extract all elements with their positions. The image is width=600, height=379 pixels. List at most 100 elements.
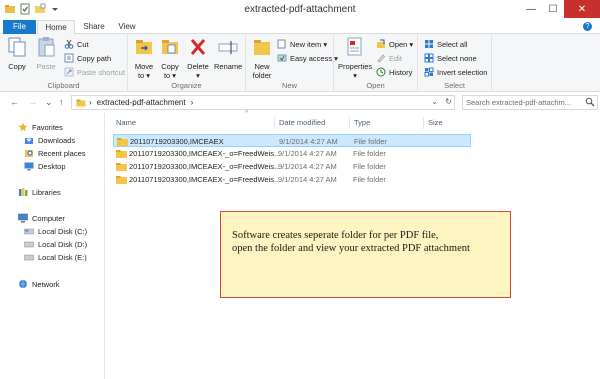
nav-item-disk-e[interactable]: Local Disk (E:) — [24, 252, 87, 262]
nav-label-downloads: Downloads — [38, 135, 76, 145]
annotation-note: Software creates seperate folder for per… — [220, 211, 511, 298]
file-name: 20110719203300,IMCEAEX — [130, 137, 224, 146]
move-to-button[interactable]: Move to ▾ — [132, 36, 156, 80]
rename-label: Rename — [214, 62, 243, 71]
help-icon[interactable]: ? — [583, 22, 592, 31]
open-icon — [377, 39, 385, 48]
history-label: History — [389, 67, 413, 77]
properties-button[interactable]: Properties ▾ — [338, 36, 372, 80]
downloads-icon — [25, 135, 33, 144]
open-button[interactable]: Open ▾ — [376, 38, 413, 50]
edit-label: Edit — [389, 53, 402, 63]
paste-button[interactable]: Paste — [34, 36, 58, 71]
edit-button[interactable]: Edit — [376, 52, 402, 64]
file-type: File folder — [353, 149, 386, 158]
close-button[interactable]: ✕ — [564, 0, 600, 18]
nav-label-desktop: Desktop — [38, 161, 66, 171]
copy-path-icon — [64, 53, 74, 63]
nav-label-recent-places: Recent places — [38, 148, 86, 158]
up-button[interactable]: ↑ — [59, 97, 64, 107]
select-none-button[interactable]: Select none — [424, 52, 477, 64]
clipboard-group: Copy Paste Cut Copy path Paste shortcut … — [0, 34, 128, 92]
scissors-icon — [64, 39, 74, 49]
column-divider[interactable] — [349, 117, 350, 129]
breadcrumb-separator[interactable]: › — [89, 98, 92, 107]
copy-path-button[interactable]: Copy path — [64, 52, 111, 64]
nav-item-downloads[interactable]: Downloads — [24, 135, 75, 145]
back-button[interactable]: ← — [10, 97, 19, 107]
forward-button[interactable]: → — [28, 97, 37, 107]
tab-view[interactable]: View — [113, 20, 141, 34]
nav-item-disk-d[interactable]: Local Disk (D:) — [24, 239, 87, 249]
select-all-label: Select all — [437, 39, 468, 49]
refresh-button[interactable]: ↻ — [445, 97, 452, 106]
ribbon: Copy Paste Cut Copy path Paste shortcut … — [0, 34, 600, 92]
new-folder-button[interactable]: New folder — [250, 36, 274, 80]
nav-item-computer[interactable]: Computer — [18, 213, 65, 223]
nav-item-disk-c[interactable]: Local Disk (C:) — [24, 226, 87, 236]
folder-icon — [116, 163, 127, 171]
new-folder-label: New — [254, 62, 270, 71]
search-input[interactable]: Search extracted-pdf-attachm... — [462, 95, 598, 110]
nav-label-network: Network — [32, 279, 60, 289]
sort-indicator-icon: ^ — [245, 110, 249, 117]
file-name: 20110719203300,IMCEAEX-_o=FreedWeis... — [129, 149, 281, 158]
easy-access-button[interactable]: Easy access ▾ — [277, 52, 338, 64]
rename-button[interactable]: Rename — [214, 36, 242, 71]
tab-share[interactable]: Share — [80, 20, 108, 34]
nav-item-recent-places[interactable]: Recent places — [24, 148, 86, 158]
nav-item-network[interactable]: Network — [18, 279, 60, 289]
breadcrumb-separator-2[interactable]: › — [191, 98, 194, 107]
column-header-name[interactable]: Name — [116, 118, 136, 127]
delete-button[interactable]: Delete ▾ — [186, 36, 210, 80]
organize-group-label: Organize — [171, 81, 202, 90]
select-all-button[interactable]: Select all — [424, 38, 467, 50]
nav-label-disk-c: Local Disk (C:) — [38, 226, 88, 236]
nav-item-desktop[interactable]: Desktop — [24, 161, 66, 171]
recent-locations-button[interactable]: ⌄ — [45, 97, 53, 108]
history-button[interactable]: History — [376, 66, 412, 78]
file-type: File folder — [353, 162, 386, 171]
column-header-size[interactable]: Size — [428, 118, 443, 127]
desktop-icon — [24, 162, 34, 171]
move-to-icon — [136, 40, 152, 54]
column-divider[interactable] — [423, 117, 424, 129]
column-divider[interactable] — [274, 117, 275, 129]
column-header-type[interactable]: Type — [354, 118, 370, 127]
copy-button[interactable]: Copy — [5, 36, 29, 71]
minimize-button[interactable]: — — [520, 0, 542, 18]
table-row[interactable]: 20110719203300,IMCEAEX-_o=FreedWeis... 9… — [113, 147, 471, 160]
select-none-icon — [424, 53, 434, 63]
rename-icon — [218, 41, 238, 54]
paste-shortcut-label: Paste shortcut — [77, 67, 125, 77]
search-icon[interactable] — [585, 97, 595, 107]
column-header-date[interactable]: Date modified — [279, 118, 325, 127]
invert-selection-button[interactable]: Invert selection — [424, 66, 487, 78]
breadcrumb-current[interactable]: extracted-pdf-attachment — [97, 98, 186, 107]
address-dropdown[interactable]: ⌄ — [431, 97, 438, 106]
note-line-1: Software creates seperate folder for per… — [232, 230, 439, 241]
nav-item-favorites[interactable]: Favorites — [18, 122, 63, 132]
window-controls: — ☐ ✕ — [520, 0, 600, 18]
nav-item-libraries[interactable]: Libraries — [18, 187, 61, 197]
cut-button[interactable]: Cut — [64, 38, 89, 50]
network-icon — [19, 280, 27, 288]
paste-shortcut-button[interactable]: Paste shortcut — [64, 66, 125, 78]
table-row[interactable]: 20110719203300,IMCEAEX-_o=FreedWeis... 9… — [113, 173, 471, 186]
invert-selection-icon — [424, 67, 434, 77]
star-icon — [18, 122, 28, 132]
table-row[interactable]: 20110719203300,IMCEAEX 9/1/2014 4:27 AM … — [113, 134, 471, 147]
nav-label-computer: Computer — [32, 213, 65, 223]
tab-file[interactable]: File — [3, 20, 36, 34]
table-row[interactable]: 20110719203300,IMCEAEX-_o=FreedWeis... 9… — [113, 160, 471, 173]
new-item-button[interactable]: New item ▾ — [277, 38, 327, 50]
address-bar[interactable]: › extracted-pdf-attachment › ⌄ ↻ — [71, 95, 455, 110]
copy-to-button[interactable]: Copy to ▾ — [158, 36, 182, 80]
maximize-button[interactable]: ☐ — [542, 0, 564, 18]
cut-label: Cut — [77, 39, 89, 49]
disk-icon — [24, 241, 34, 248]
tab-home[interactable]: Home — [37, 20, 75, 35]
copy-icon — [8, 37, 26, 57]
properties-label: Properties — [338, 62, 373, 71]
disk-icon — [24, 254, 34, 261]
